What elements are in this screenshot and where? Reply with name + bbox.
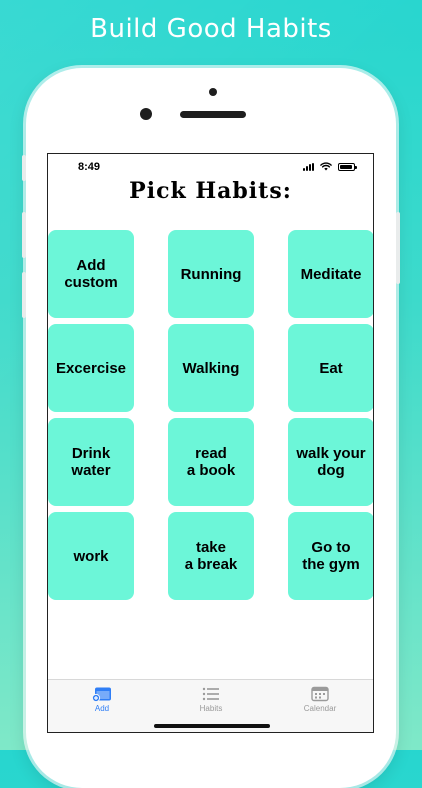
- habit-card[interactable]: Excercise: [48, 324, 134, 412]
- habit-label: Drink water: [71, 445, 111, 479]
- habit-label: Meditate: [300, 265, 362, 283]
- phone-camera: [140, 108, 152, 120]
- calendar-add-icon: [92, 687, 111, 702]
- home-indicator: [154, 724, 270, 728]
- phone-volume-down-button: [22, 272, 26, 318]
- habit-card[interactable]: work: [48, 512, 134, 600]
- habit-label: Walking: [182, 359, 240, 377]
- habit-card[interactable]: Eat: [288, 324, 373, 412]
- tab-bar: Add Habits Calendar: [48, 679, 373, 732]
- tab-label-calendar: Calendar: [303, 704, 337, 713]
- battery-icon: [338, 162, 357, 171]
- phone-sensor: [209, 88, 217, 96]
- habit-label: Add custom: [64, 257, 118, 291]
- habit-label: Excercise: [55, 359, 127, 377]
- phone-speaker: [180, 111, 246, 118]
- battery-level: [340, 164, 352, 169]
- phone-side-button: [22, 155, 26, 181]
- signal-icon: [303, 162, 314, 171]
- habit-card[interactable]: Go to the gym: [288, 512, 373, 600]
- habit-label: Eat: [319, 359, 343, 377]
- status-time: 8:49: [78, 161, 101, 173]
- habit-label: walk your dog: [296, 445, 366, 479]
- status-bar: 8:49: [48, 154, 373, 180]
- page-title: Pick Habits:: [129, 178, 292, 204]
- wifi-icon: [320, 162, 332, 171]
- tab-label-habits: Habits: [199, 704, 223, 713]
- tab-calendar[interactable]: Calendar: [270, 686, 370, 713]
- tab-label-add: Add: [94, 704, 110, 713]
- habit-card[interactable]: Running: [168, 230, 254, 318]
- habit-label: take a break: [184, 539, 238, 573]
- app-screen: 8:49 Pick Habits: Add custom Running Medit…: [47, 153, 374, 733]
- habit-label: Running: [180, 265, 242, 283]
- tab-add[interactable]: Add: [52, 686, 152, 713]
- habit-label: Go to the gym: [302, 539, 360, 573]
- habit-card[interactable]: take a break: [168, 512, 254, 600]
- calendar-icon: [311, 686, 329, 702]
- phone-volume-up-button: [22, 212, 26, 258]
- habit-label: work: [73, 547, 109, 565]
- habit-card[interactable]: walk your dog: [288, 418, 373, 506]
- habit-label: read a book: [186, 445, 236, 479]
- tab-habits[interactable]: Habits: [161, 686, 261, 713]
- habit-card[interactable]: Meditate: [288, 230, 373, 318]
- list-icon: [202, 687, 219, 701]
- habit-card[interactable]: Walking: [168, 324, 254, 412]
- phone-power-button: [396, 212, 400, 284]
- habit-card[interactable]: read a book: [168, 418, 254, 506]
- habit-card[interactable]: Drink water: [48, 418, 134, 506]
- habit-card[interactable]: Add custom: [48, 230, 134, 318]
- status-icons: [303, 162, 357, 171]
- promo-title: Build Good Habits: [90, 14, 332, 44]
